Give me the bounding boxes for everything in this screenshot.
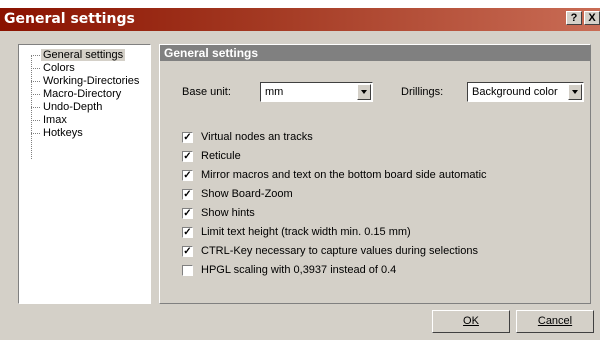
checkbox-ctrl-key[interactable]: ✓ [182,246,193,257]
checkbox-limit-text-height[interactable]: ✓ [182,227,193,238]
tree-item-working-directories[interactable]: Working-Directories [31,75,141,88]
checkbox-hpgl-scaling[interactable] [182,265,193,276]
window-title: General settings [4,11,135,27]
tree-item-general-settings[interactable]: General settings [31,49,126,62]
help-button[interactable]: ? [566,11,582,25]
title-bar[interactable]: General settings ? X [0,8,600,31]
base-unit-dropdown-arrow-icon[interactable] [357,84,371,100]
base-unit-label: Base unit: [182,86,231,98]
checkbox-show-board-zoom[interactable]: ✓ [182,189,193,200]
drillings-dropdown-arrow-icon[interactable] [568,84,582,100]
tree-item-macro-directory[interactable]: Macro-Directory [31,88,123,101]
checkbox-virtual-nodes[interactable]: ✓ [182,132,193,143]
checkbox-show-hints[interactable]: ✓ [182,208,193,219]
drillings-label: Drillings: [401,86,444,98]
ok-button[interactable]: OK [432,310,510,333]
tree-item-colors[interactable]: Colors [31,62,77,75]
tree-item-undo-depth[interactable]: Undo-Depth [31,101,104,114]
tree-item-hotkeys[interactable]: Hotkeys [31,127,85,140]
panel-header: General settings [160,45,590,61]
drillings-value: Background color [472,86,558,98]
base-unit-select[interactable]: mm [260,82,373,102]
cancel-button[interactable]: Cancel [516,310,594,333]
checkbox-mirror-macros[interactable]: ✓ [182,170,193,181]
general-settings-dialog: General settings ? X General settings Co… [0,8,600,340]
settings-tree: General settings Colors Working-Director… [18,44,151,304]
settings-panel: General settings Base unit: mm Drillings… [159,44,591,304]
checkbox-reticule[interactable]: ✓ [182,151,193,162]
close-button[interactable]: X [584,11,600,25]
base-unit-value: mm [265,86,284,98]
tree-item-imax[interactable]: Imax [31,114,69,127]
drillings-select[interactable]: Background color [467,82,584,102]
